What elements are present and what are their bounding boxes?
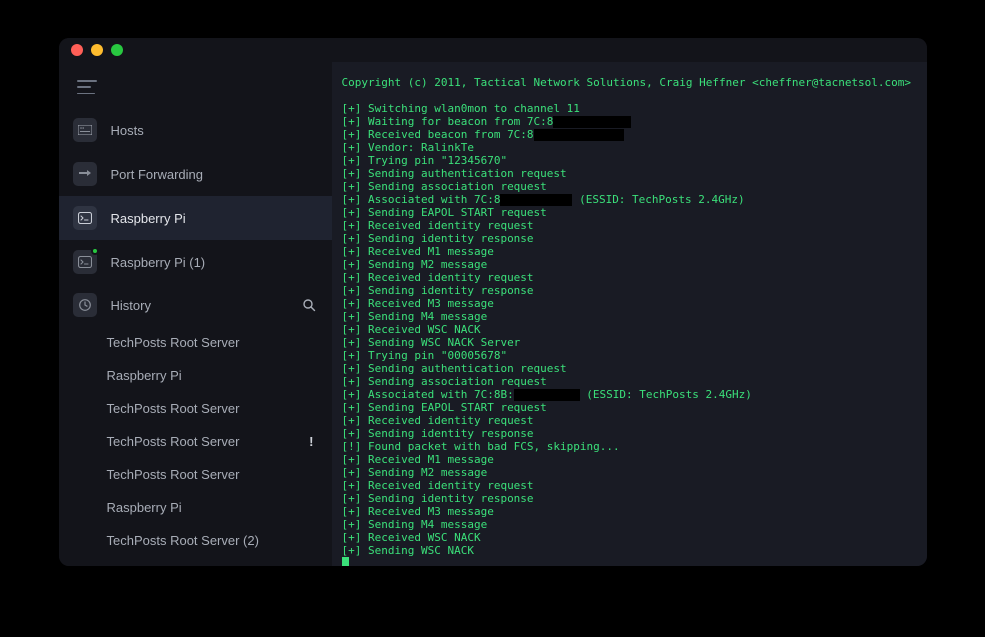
terminal-line: [+] Trying pin "00005678" [342, 349, 917, 362]
sidebar-item-label: Hosts [111, 123, 144, 138]
search-icon[interactable] [302, 298, 316, 312]
redacted-text [500, 194, 572, 206]
minimize-icon[interactable] [91, 44, 103, 56]
history-item-label: TechPosts Root Server [107, 401, 314, 416]
terminal-icon [73, 206, 97, 230]
history-item-label: TechPosts Root Server [107, 434, 310, 449]
redacted-text [553, 116, 631, 128]
terminal-line: [+] Received M1 message [342, 453, 917, 466]
terminal-line: [+] Sending identity response [342, 427, 917, 440]
terminal-line: [!] Found packet with bad FCS, skipping.… [342, 440, 917, 453]
terminal-line: [+] Received M1 message [342, 245, 917, 258]
history-item[interactable]: TechPosts Root Server [59, 392, 332, 425]
terminal-line: [+] Sending association request [342, 180, 917, 193]
terminal-line: [+] Received identity request [342, 271, 917, 284]
terminal-output[interactable]: Copyright (c) 2011, Tactical Network Sol… [332, 62, 927, 566]
history-item[interactable]: TechPosts Root Server! [59, 425, 332, 458]
terminal-line: [+] Sending EAPOL START request [342, 401, 917, 414]
port-forwarding-icon [73, 162, 97, 186]
terminal-line: [+] Received identity request [342, 479, 917, 492]
history-item-label: TechPosts Root Server [107, 335, 314, 350]
terminal-line: [+] Sending association request [342, 375, 917, 388]
menu-icon[interactable] [77, 80, 97, 94]
history-item[interactable]: TechPosts Root Server [59, 458, 332, 491]
sidebar-item-raspberry-pi[interactable]: Raspberry Pi [59, 196, 332, 240]
sidebar-item-raspberry-pi-session[interactable]: Raspberry Pi (1) [59, 240, 332, 284]
terminal-line: [+] Sending M4 message [342, 518, 917, 531]
history-list: TechPosts Root Server Raspberry Pi TechPos… [59, 326, 332, 557]
history-item-label: TechPosts Root Server (2) [107, 533, 314, 548]
history-item[interactable]: TechPosts Root Server [59, 326, 332, 359]
terminal-line: [+] Received WSC NACK [342, 531, 917, 544]
history-item[interactable]: Raspberry Pi [59, 359, 332, 392]
close-icon[interactable] [71, 44, 83, 56]
terminal-line: [+] Received WSC NACK [342, 323, 917, 336]
terminal-line: [+] Associated with 7C:8 (ESSID: TechPos… [342, 193, 917, 206]
history-item[interactable]: TechPosts Root Server (2) [59, 524, 332, 557]
app-window: Hosts Port Forwarding Raspberry Pi [59, 38, 927, 566]
terminal-line: [+] Received identity request [342, 414, 917, 427]
terminal-line: [+] Associated with 7C:8B: (ESSID: TechP… [342, 388, 917, 401]
terminal-line: [+] Sending identity response [342, 232, 917, 245]
sidebar-item-hosts[interactable]: Hosts [59, 108, 332, 152]
terminal-line: [+] Received M3 message [342, 505, 917, 518]
titlebar [59, 38, 927, 62]
terminal-line: [+] Received M3 message [342, 297, 917, 310]
terminal-line: [+] Vendor: RalinkTe [342, 141, 917, 154]
history-icon [73, 293, 97, 317]
terminal-line: [+] Sending M4 message [342, 310, 917, 323]
redacted-text [534, 129, 624, 141]
alert-icon: ! [309, 434, 313, 449]
history-item[interactable]: Raspberry Pi [59, 491, 332, 524]
history-item-label: Raspberry Pi [107, 500, 314, 515]
terminal-line: [+] Received beacon from 7C:8 [342, 128, 917, 141]
sidebar-history-header: History [59, 284, 332, 326]
terminal-line: [+] Sending identity response [342, 492, 917, 505]
terminal-line: [+] Sending WSC NACK [342, 544, 917, 557]
terminal-line: [+] Sending authentication request [342, 167, 917, 180]
terminal-line: [+] Sending EAPOL START request [342, 206, 917, 219]
terminal-line: Copyright (c) 2011, Tactical Network Sol… [342, 76, 917, 89]
sidebar-item-port-forwarding[interactable]: Port Forwarding [59, 152, 332, 196]
redacted-text [514, 389, 580, 401]
terminal-line: [+] Sending M2 message [342, 258, 917, 271]
terminal-line: [+] Switching wlan0mon to channel 11 [342, 102, 917, 115]
terminal-cursor [342, 557, 349, 566]
terminal-line: [+] Sending authentication request [342, 362, 917, 375]
hosts-icon [73, 118, 97, 142]
sidebar: Hosts Port Forwarding Raspberry Pi [59, 62, 332, 566]
history-label: History [111, 298, 288, 313]
sidebar-item-label: Port Forwarding [111, 167, 203, 182]
status-online-icon [91, 247, 99, 255]
terminal-line: [+] Sending WSC NACK Server [342, 336, 917, 349]
window-body: Hosts Port Forwarding Raspberry Pi [59, 62, 927, 566]
sidebar-item-label: Raspberry Pi [111, 211, 186, 226]
terminal-line: [+] Waiting for beacon from 7C:8 [342, 115, 917, 128]
history-item-label: TechPosts Root Server [107, 467, 314, 482]
history-item-label: Raspberry Pi [107, 368, 314, 383]
terminal-line: [+] Sending identity response [342, 284, 917, 297]
terminal-line: [+] Sending M2 message [342, 466, 917, 479]
maximize-icon[interactable] [111, 44, 123, 56]
sidebar-item-label: Raspberry Pi (1) [111, 255, 206, 270]
terminal-line: [+] Received identity request [342, 219, 917, 232]
terminal-line: [+] Trying pin "12345670" [342, 154, 917, 167]
